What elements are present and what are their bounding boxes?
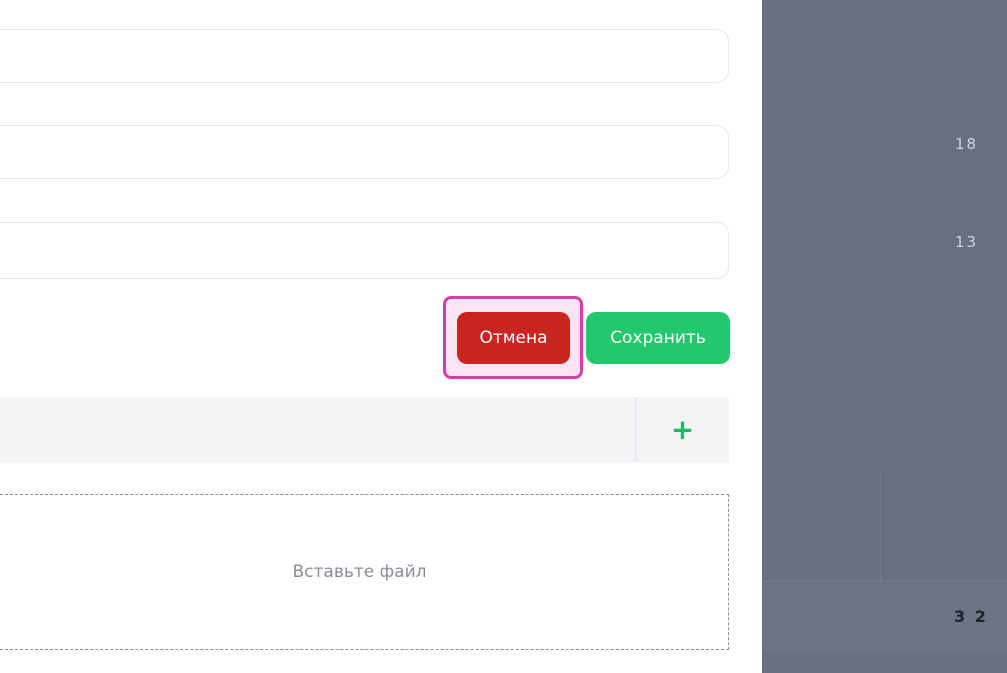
text-field-1[interactable] <box>0 29 729 83</box>
add-icon[interactable]: + <box>636 397 729 461</box>
cancel-button[interactable]: Отмена <box>457 312 570 364</box>
text-field-2[interactable] <box>0 125 729 179</box>
side-total-value: 3 2 <box>954 607 988 626</box>
edit-form-panel: Отмена Сохранить + Вставьте файл <box>0 0 762 673</box>
file-dropzone[interactable]: Вставьте файл <box>0 494 729 650</box>
dropzone-label: Вставьте файл <box>292 562 427 582</box>
save-button[interactable]: Сохранить <box>586 312 730 364</box>
side-value: 18 <box>955 135 979 153</box>
side-overlay-panel: 18 13 3 2 <box>762 0 1007 673</box>
side-value: 13 <box>955 233 979 251</box>
attachments-header: + <box>0 397 729 462</box>
text-field-3[interactable] <box>0 222 729 279</box>
side-divider <box>880 470 881 580</box>
